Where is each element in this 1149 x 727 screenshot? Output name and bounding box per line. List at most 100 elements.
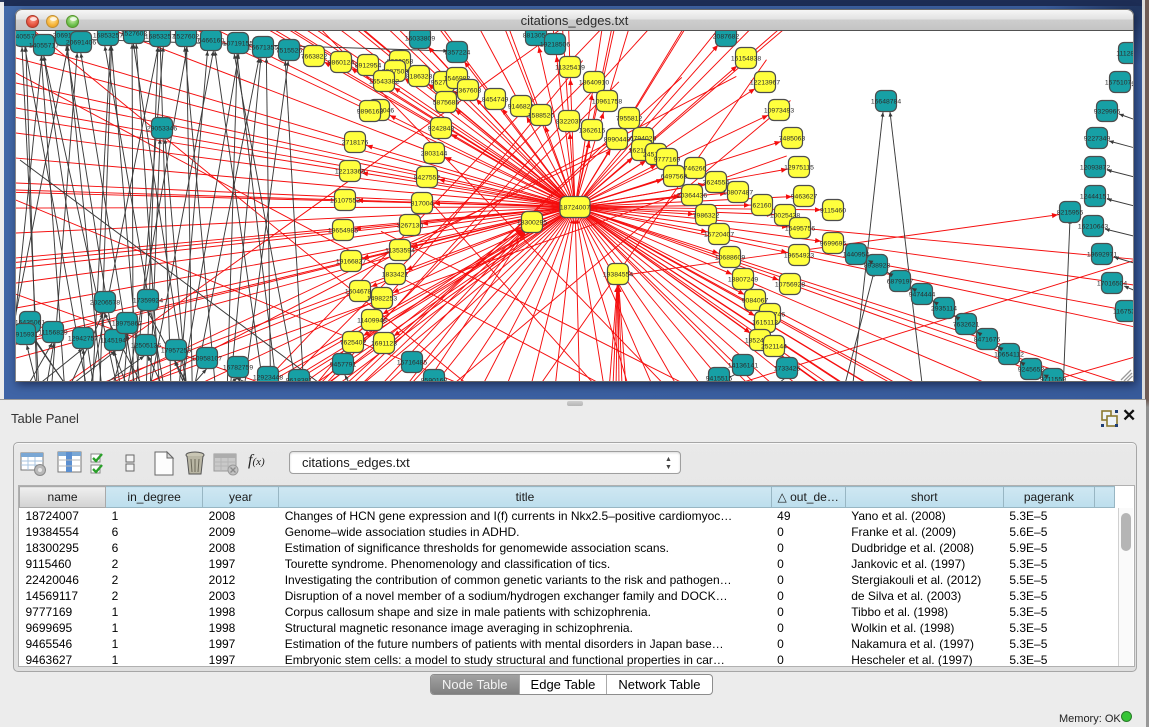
svg-text:2935114: 2935114 bbox=[931, 305, 957, 312]
svg-text:19692971: 19692971 bbox=[1087, 251, 1117, 258]
svg-text:9457791: 9457791 bbox=[330, 361, 357, 368]
svg-text:8454749: 8454749 bbox=[482, 96, 509, 103]
svg-text:19166827: 19166827 bbox=[336, 258, 366, 265]
svg-text:14136141: 14136141 bbox=[728, 362, 758, 369]
svg-text:7357224: 7357224 bbox=[444, 49, 471, 56]
svg-text:9618381: 9618381 bbox=[286, 377, 313, 382]
svg-text:15720407: 15720407 bbox=[704, 231, 734, 238]
svg-text:18640910: 18640910 bbox=[579, 79, 609, 86]
svg-text:19218506: 19218506 bbox=[540, 41, 570, 48]
svg-text:16107552: 16107552 bbox=[330, 197, 360, 204]
svg-text:9245652: 9245652 bbox=[1018, 366, 1045, 373]
svg-text:19654985: 19654985 bbox=[328, 227, 358, 234]
svg-text:2718176: 2718176 bbox=[342, 139, 369, 146]
svg-text:746266: 746266 bbox=[684, 165, 707, 172]
svg-text:8215955: 8215955 bbox=[1057, 209, 1084, 216]
svg-text:15751074: 15751074 bbox=[1105, 79, 1134, 86]
svg-text:16033809: 16033809 bbox=[405, 35, 435, 42]
svg-text:20364436: 20364436 bbox=[677, 192, 707, 199]
svg-text:11409948: 11409948 bbox=[357, 317, 387, 324]
svg-text:9699695: 9699695 bbox=[820, 240, 847, 247]
svg-text:16210643: 16210643 bbox=[1078, 223, 1108, 230]
svg-text:6497568: 6497568 bbox=[661, 173, 688, 180]
svg-text:11451947: 11451947 bbox=[100, 337, 130, 344]
svg-text:3624554: 3624554 bbox=[703, 179, 730, 186]
svg-text:20206578: 20206578 bbox=[90, 299, 120, 306]
svg-text:12923448: 12923448 bbox=[253, 374, 283, 381]
svg-text:1112843: 1112843 bbox=[1116, 50, 1134, 57]
svg-text:1440954: 1440954 bbox=[843, 251, 870, 258]
svg-text:9115460: 9115460 bbox=[820, 207, 846, 214]
svg-text:16853257: 16853257 bbox=[145, 33, 175, 40]
svg-text:17359924: 17359924 bbox=[133, 297, 163, 304]
svg-text:1527602: 1527602 bbox=[173, 33, 200, 40]
svg-text:7625402: 7625402 bbox=[340, 339, 367, 346]
svg-text:8590168: 8590168 bbox=[421, 377, 448, 382]
svg-text:10961758: 10961758 bbox=[592, 98, 622, 105]
svg-text:18724007: 18724007 bbox=[560, 204, 590, 211]
svg-text:7663822: 7663822 bbox=[301, 53, 328, 60]
svg-text:7986322: 7986322 bbox=[693, 212, 720, 219]
svg-text:10807487: 10807487 bbox=[723, 189, 753, 196]
svg-text:9711559: 9711559 bbox=[1040, 376, 1066, 382]
svg-text:11353594: 11353594 bbox=[385, 247, 415, 254]
svg-text:8186328: 8186328 bbox=[406, 73, 433, 80]
svg-text:15495756: 15495756 bbox=[785, 225, 815, 232]
svg-text:13975867: 13975867 bbox=[112, 320, 142, 327]
svg-text:8912954: 8912954 bbox=[355, 62, 382, 69]
svg-text:9242848: 9242848 bbox=[428, 125, 455, 132]
svg-text:62160: 62160 bbox=[753, 202, 772, 209]
svg-text:10756928: 10756928 bbox=[775, 281, 805, 288]
svg-text:12444151: 12444151 bbox=[1080, 193, 1110, 200]
svg-text:2087682: 2087682 bbox=[713, 33, 740, 40]
svg-text:1833421: 1833421 bbox=[382, 271, 409, 278]
svg-text:2521144: 2521144 bbox=[761, 343, 787, 350]
svg-text:20691406: 20691406 bbox=[66, 39, 96, 46]
svg-text:1167535: 1167535 bbox=[1113, 308, 1134, 315]
svg-text:9415515: 9415515 bbox=[706, 375, 733, 382]
svg-text:6466160: 6466160 bbox=[198, 37, 225, 44]
svg-text:10973493: 10973493 bbox=[764, 107, 794, 114]
svg-text:17016504: 17016504 bbox=[1097, 280, 1127, 287]
svg-text:7632621: 7632621 bbox=[953, 321, 980, 328]
svg-text:1615112: 1615112 bbox=[752, 319, 778, 326]
svg-text:10688609: 10688609 bbox=[715, 254, 745, 261]
svg-text:18300295: 18300295 bbox=[517, 219, 547, 226]
svg-text:8427552: 8427552 bbox=[414, 174, 441, 181]
svg-text:9896163: 9896163 bbox=[357, 108, 384, 115]
svg-text:16853257: 16853257 bbox=[93, 32, 123, 39]
svg-text:5875685: 5875685 bbox=[433, 99, 460, 106]
svg-text:17957255: 17957255 bbox=[161, 347, 191, 354]
svg-text:9474444: 9474444 bbox=[909, 291, 936, 298]
svg-text:9463627: 9463627 bbox=[791, 193, 818, 200]
svg-text:9227349: 9227349 bbox=[1084, 135, 1111, 142]
svg-text:16046788: 16046788 bbox=[345, 288, 375, 295]
svg-text:9860124: 9860124 bbox=[328, 59, 355, 66]
svg-text:12942757: 12942757 bbox=[68, 335, 98, 342]
svg-text:14055717: 14055717 bbox=[29, 42, 59, 49]
svg-text:16154838: 16154838 bbox=[731, 55, 761, 62]
svg-text:12213369: 12213369 bbox=[335, 168, 365, 175]
svg-text:10958107: 10958107 bbox=[192, 355, 222, 362]
svg-text:7485063: 7485063 bbox=[779, 135, 806, 142]
svg-text:8322037: 8322037 bbox=[556, 118, 583, 125]
svg-text:18807249: 18807249 bbox=[728, 276, 758, 283]
svg-text:817004: 817004 bbox=[411, 200, 434, 207]
svg-text:10654112: 10654112 bbox=[994, 351, 1024, 358]
svg-text:11325419: 11325419 bbox=[555, 64, 585, 71]
svg-text:16671355: 16671355 bbox=[248, 44, 278, 51]
svg-text:2367608: 2367608 bbox=[455, 87, 482, 94]
svg-text:9777169: 9777169 bbox=[654, 156, 681, 163]
svg-text:12975115: 12975115 bbox=[784, 164, 814, 171]
svg-text:16648784: 16648784 bbox=[871, 98, 901, 105]
svg-text:7515526: 7515526 bbox=[276, 47, 303, 54]
svg-text:7955812: 7955812 bbox=[616, 115, 643, 122]
svg-text:1362615: 1362615 bbox=[579, 127, 606, 134]
svg-text:8990448: 8990448 bbox=[604, 136, 631, 143]
svg-text:16543382: 16543382 bbox=[369, 78, 399, 85]
svg-text:3915931: 3915931 bbox=[16, 331, 38, 338]
svg-text:12213967: 12213967 bbox=[750, 79, 780, 86]
svg-text:29053346: 29053346 bbox=[147, 125, 177, 132]
svg-text:8938928: 8938928 bbox=[864, 262, 891, 269]
svg-text:9329966: 9329966 bbox=[1094, 108, 1121, 115]
